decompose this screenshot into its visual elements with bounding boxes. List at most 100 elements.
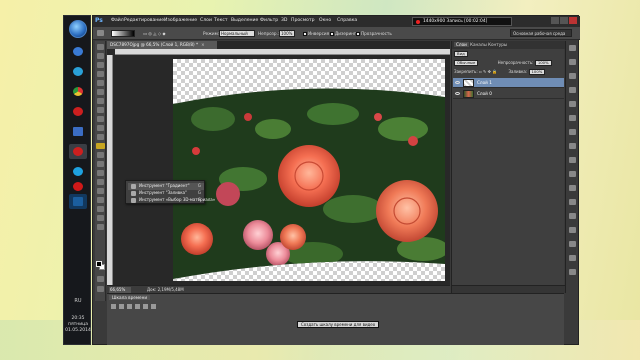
layer-filter-select[interactable]: Вид bbox=[454, 51, 468, 57]
brush-tool-icon[interactable] bbox=[97, 107, 104, 113]
dither-checkbox[interactable]: Дизеринг bbox=[330, 31, 356, 36]
layer-row[interactable]: Слой 0 bbox=[453, 89, 564, 99]
minimize-button[interactable] bbox=[551, 17, 559, 24]
mode-select[interactable]: Нормальный bbox=[219, 30, 255, 37]
start-button[interactable] bbox=[69, 20, 87, 38]
next-frame-icon[interactable] bbox=[135, 304, 140, 309]
quick-mask-icon[interactable] bbox=[97, 276, 104, 282]
screen-mode-icon[interactable] bbox=[97, 286, 104, 292]
history-panel-icon[interactable] bbox=[569, 101, 576, 107]
taskbar-app-opera[interactable] bbox=[69, 104, 87, 119]
menu-window[interactable]: Окно bbox=[319, 18, 331, 23]
adjustments-panel-icon[interactable] bbox=[569, 73, 576, 79]
taskbar-app-folder[interactable] bbox=[69, 124, 87, 139]
menu-layers[interactable]: Слои bbox=[200, 18, 212, 23]
navigator-panel-icon[interactable] bbox=[569, 199, 576, 205]
eraser-tool-icon[interactable] bbox=[97, 134, 104, 140]
3d-tool-icon[interactable] bbox=[97, 206, 104, 212]
document-info[interactable]: Док: 2,19M/5,48M bbox=[147, 287, 184, 292]
tab-paths[interactable]: Контуры bbox=[488, 42, 507, 47]
play-icon[interactable] bbox=[127, 304, 132, 309]
audio-icon[interactable] bbox=[143, 304, 148, 309]
properties-panel-icon[interactable] bbox=[569, 129, 576, 135]
lasso-tool-icon[interactable] bbox=[97, 62, 104, 68]
workspace-select[interactable]: Основная рабочая среда bbox=[510, 29, 572, 37]
clone-source-panel-icon[interactable] bbox=[569, 227, 576, 233]
gradient-tool-preset-icon[interactable] bbox=[97, 30, 104, 36]
info-panel-icon[interactable] bbox=[569, 143, 576, 149]
taskbar-app-chrome[interactable] bbox=[69, 84, 87, 99]
paragraph-panel-icon[interactable] bbox=[569, 185, 576, 191]
menu-edit[interactable]: Редактирование bbox=[124, 18, 164, 23]
taskbar-app-recorder[interactable] bbox=[69, 179, 87, 194]
close-tab-icon[interactable]: × bbox=[201, 42, 205, 47]
menu-type[interactable]: Текст bbox=[214, 18, 228, 23]
close-button[interactable] bbox=[569, 17, 577, 24]
menu-image[interactable]: Изображение bbox=[164, 18, 197, 23]
taskbar-app-photoshop[interactable] bbox=[69, 194, 87, 209]
menu-filter[interactable]: Фильтр bbox=[260, 18, 278, 23]
horizontal-ruler[interactable] bbox=[115, 49, 450, 55]
menu-select[interactable]: Выделение bbox=[231, 18, 258, 23]
pen-tool-icon[interactable] bbox=[97, 170, 104, 176]
history-brush-tool-icon[interactable] bbox=[97, 125, 104, 131]
menu-3d[interactable]: 3D bbox=[281, 18, 287, 23]
lock-icons[interactable]: ▫ ✎ ✥ 🔒 bbox=[479, 69, 497, 74]
flyout-3d-material-tool[interactable]: Инструмент «Выбор 3D-материала» G bbox=[128, 197, 215, 204]
swatches-panel-icon[interactable] bbox=[569, 59, 576, 65]
path-select-tool-icon[interactable] bbox=[97, 188, 104, 194]
opacity-input[interactable]: 100% bbox=[279, 30, 295, 37]
layer-opacity-input[interactable]: 100% bbox=[534, 60, 552, 66]
timeline-title[interactable]: Шкала времени bbox=[109, 295, 151, 300]
actions-panel-icon[interactable] bbox=[569, 115, 576, 121]
notes-panel-icon[interactable] bbox=[569, 255, 576, 261]
menu-file[interactable]: Файл bbox=[111, 18, 124, 23]
taskbar-app-skype[interactable] bbox=[69, 164, 87, 179]
prev-frame-icon[interactable] bbox=[119, 304, 124, 309]
quick-select-tool-icon[interactable] bbox=[97, 71, 104, 77]
dodge-tool-icon[interactable] bbox=[97, 161, 104, 167]
inverse-checkbox[interactable]: Инверсия bbox=[303, 31, 329, 36]
blur-tool-icon[interactable] bbox=[97, 152, 104, 158]
stamp-tool-icon[interactable] bbox=[97, 116, 104, 122]
tool-presets-panel-icon[interactable] bbox=[569, 241, 576, 247]
language-indicator[interactable]: RU bbox=[64, 298, 92, 304]
gradient-tool-icon[interactable] bbox=[96, 143, 105, 149]
settings-icon[interactable] bbox=[151, 304, 156, 309]
fill-input[interactable]: 100% bbox=[528, 69, 546, 75]
visibility-eye-icon[interactable] bbox=[455, 81, 460, 84]
gradient-picker[interactable] bbox=[111, 30, 135, 37]
move-tool-icon[interactable] bbox=[97, 44, 104, 50]
menu-help[interactable]: Справка bbox=[337, 18, 357, 23]
tab-layers[interactable]: Слои bbox=[454, 42, 469, 47]
type-tool-icon[interactable] bbox=[97, 179, 104, 185]
blend-mode-select[interactable]: Обычные bbox=[454, 60, 479, 66]
shape-tool-icon[interactable] bbox=[97, 197, 104, 203]
styles-panel-icon[interactable] bbox=[569, 87, 576, 93]
flyout-gradient-tool[interactable]: Инструмент "Градиент" G bbox=[128, 183, 204, 190]
vertical-ruler[interactable] bbox=[107, 55, 113, 285]
create-video-timeline-button[interactable]: Создать шкалу времени для видео bbox=[297, 321, 380, 328]
clock[interactable]: 20:35 пятница 01.05.2014 bbox=[64, 316, 92, 334]
eyedropper-tool-icon[interactable] bbox=[97, 89, 104, 95]
hand-tool-icon[interactable] bbox=[97, 215, 104, 221]
foreground-color-swatch[interactable] bbox=[96, 261, 102, 267]
transparency-checkbox[interactable]: Прозрачность bbox=[356, 31, 392, 36]
menu-view[interactable]: Просмотр bbox=[291, 18, 315, 23]
tab-channels[interactable]: Каналы bbox=[470, 42, 487, 47]
3d-panel-icon[interactable] bbox=[569, 269, 576, 275]
first-frame-icon[interactable] bbox=[111, 304, 116, 309]
color-panel-icon[interactable] bbox=[569, 45, 576, 51]
taskbar-app-recycle[interactable] bbox=[69, 44, 87, 59]
taskbar-app-opera-active[interactable] bbox=[69, 144, 87, 159]
document-tab[interactable]: DSC7897Ojpg @ 66,5% (Слой 1, RGB/8) * × bbox=[107, 41, 217, 49]
maximize-button[interactable] bbox=[560, 17, 568, 24]
visibility-eye-icon[interactable] bbox=[455, 92, 460, 95]
flyout-fill-tool[interactable]: Инструмент "Заливка" G bbox=[128, 190, 204, 197]
layer-row[interactable]: Слой 1 bbox=[453, 78, 564, 88]
taskbar-app-media[interactable] bbox=[69, 64, 87, 79]
marquee-tool-icon[interactable] bbox=[97, 53, 104, 59]
canvas[interactable] bbox=[173, 59, 445, 281]
crop-tool-icon[interactable] bbox=[97, 80, 104, 86]
zoom-tool-icon[interactable] bbox=[97, 224, 104, 230]
